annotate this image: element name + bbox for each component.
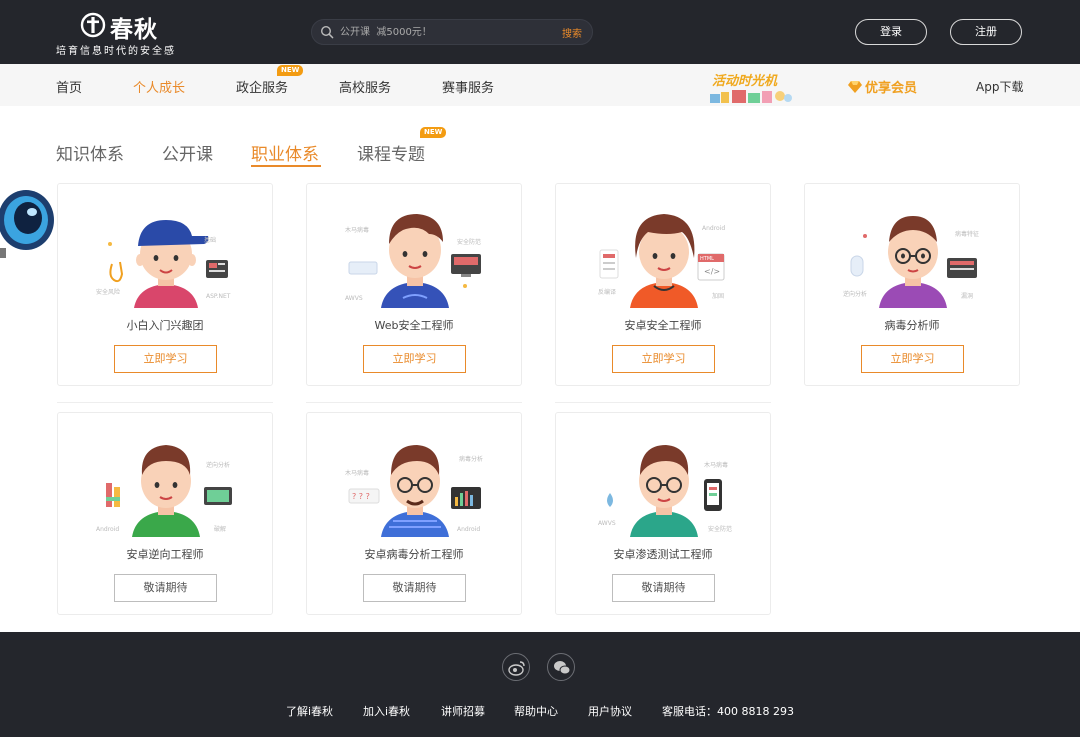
start-learning-button[interactable]: 立即学习 <box>114 345 217 373</box>
svg-text:漏洞: 漏洞 <box>961 292 973 300</box>
svg-text:破解: 破解 <box>214 525 226 533</box>
svg-text:木马病毒: 木马病毒 <box>345 226 369 234</box>
avatar-illustration: 木马病毒 安全防范 AWVS <box>345 214 481 308</box>
start-learning-button[interactable]: 立即学习 <box>612 345 715 373</box>
footer-link-help[interactable]: 帮助中心 <box>514 703 558 719</box>
career-card: ? ? ? 病毒分析 木马病毒 Android 安卓病毒分析工程师 敬请期待 <box>306 412 522 615</box>
vip-link[interactable]: 优享会员 <box>848 77 917 96</box>
row-divider <box>306 402 522 403</box>
floating-robot-icon[interactable] <box>0 182 58 262</box>
svg-text:Android: Android <box>96 526 119 533</box>
avatar-illustration: 病毒特征 逆向分析 漏洞 <box>843 216 979 308</box>
svg-text:ASP.NET: ASP.NET <box>206 293 231 300</box>
career-card: 木马病毒 AWVS 安全防范 安卓渗透测试工程师 敬请期待 <box>555 412 771 615</box>
top-bar: 春秋 培育信息时代的安全感 搜索 登录 注册 <box>0 0 1080 64</box>
footer-link-agreement[interactable]: 用户协议 <box>588 703 632 719</box>
svg-text:Android: Android <box>702 225 725 232</box>
weibo-button[interactable] <box>502 653 530 681</box>
weibo-icon <box>508 661 525 676</box>
wechat-icon <box>554 661 571 675</box>
nav-item-university[interactable]: 高校服务 <box>339 77 391 96</box>
svg-text:AWVS: AWVS <box>598 520 616 527</box>
footer-link-about[interactable]: 了解i春秋 <box>286 703 333 719</box>
row-divider <box>555 402 771 403</box>
tab-open-course[interactable]: 公开课 <box>162 140 213 165</box>
svg-text:基础: 基础 <box>204 236 216 244</box>
login-button[interactable]: 登录 <box>855 19 927 45</box>
card-title: 病毒分析师 <box>884 319 940 332</box>
svg-text:HTML: HTML <box>700 256 714 262</box>
svg-text:逆向分析: 逆向分析 <box>206 461 230 469</box>
career-card: 木马病毒 安全防范 AWVS Web安全工程师 立即学习 <box>306 183 522 386</box>
search-box: 搜索 <box>311 19 593 45</box>
svg-text:AWVS: AWVS <box>345 295 363 302</box>
avatar-illustration: 逆向分析 Android 破解 <box>96 445 232 537</box>
vip-label: 优享会员 <box>865 81 918 96</box>
footer-link-join[interactable]: 加入i春秋 <box>363 703 410 719</box>
svg-text:木马病毒: 木马病毒 <box>704 461 728 469</box>
coming-soon-button[interactable]: 敬请期待 <box>114 574 217 602</box>
svg-text:逆向分析: 逆向分析 <box>843 290 867 298</box>
card-title: 小白入门兴趣团 <box>126 319 204 332</box>
svg-text:木马病毒: 木马病毒 <box>345 469 369 477</box>
nav-item-personal-growth[interactable]: 个人成长 <box>133 77 185 96</box>
footer-link-instructor[interactable]: 讲师招募 <box>441 703 485 719</box>
avatar-illustration: HTML </> Android 反编译 加固 <box>598 214 725 308</box>
svg-text:反编译: 反编译 <box>598 288 616 296</box>
logo-slogan: 培育信息时代的安全感 <box>56 46 176 57</box>
career-card: HTML </> Android 反编译 加固 安卓安全工程师 立即学习 <box>555 183 771 386</box>
new-badge: NEW <box>420 127 447 138</box>
tab-course-topics[interactable]: 课程专题 <box>357 140 425 165</box>
logo[interactable]: 春秋 培育信息时代的安全感 <box>56 10 186 57</box>
start-learning-button[interactable]: 立即学习 <box>363 345 466 373</box>
svg-text:安全防范: 安全防范 <box>708 525 732 533</box>
card-title: 安卓病毒分析工程师 <box>364 548 464 561</box>
nav-item-competition[interactable]: 赛事服务 <box>442 77 494 96</box>
svg-text:病毒分析: 病毒分析 <box>459 455 483 463</box>
nav-item-home[interactable]: 首页 <box>56 77 82 96</box>
coming-soon-button[interactable]: 敬请期待 <box>363 574 466 602</box>
row-divider <box>57 402 273 403</box>
tab-knowledge-system[interactable]: 知识体系 <box>56 140 124 165</box>
active-tab-underline <box>251 165 321 167</box>
nav-item-enterprise[interactable]: 政企服务 <box>236 77 288 96</box>
svg-text:</>: </> <box>704 267 720 276</box>
career-card: 逆向分析 Android 破解 安卓逆向工程师 敬请期待 <box>57 412 273 615</box>
avatar-illustration: ? ? ? 病毒分析 木马病毒 Android <box>345 445 483 537</box>
app-download-link[interactable]: App下载 <box>976 78 1023 95</box>
new-badge: NEW <box>277 65 304 76</box>
diamond-icon <box>848 81 862 93</box>
card-title: 安卓安全工程师 <box>624 319 702 332</box>
coming-soon-button[interactable]: 敬请期待 <box>612 574 715 602</box>
books-illustration <box>710 90 792 103</box>
svg-text:安全风险: 安全风险 <box>96 288 120 296</box>
card-title: 安卓渗透测试工程师 <box>613 548 713 561</box>
footer: 了解i春秋 加入i春秋 讲师招募 帮助中心 用户协议 客服电话：400 8818… <box>0 632 1080 737</box>
avatar-illustration: 木马病毒 AWVS 安全防范 <box>598 445 732 537</box>
activity-banner[interactable]: 活动时光机 <box>706 68 794 104</box>
career-card: 基础 安全风险 ASP.NET 小白入门兴趣团 立即学习 <box>57 183 273 386</box>
career-card: 病毒特征 逆向分析 漏洞 病毒分析师 立即学习 <box>804 183 1020 386</box>
avatar-illustration: 基础 安全风险 ASP.NET <box>96 220 231 308</box>
card-title: Web安全工程师 <box>374 319 454 332</box>
svg-text:病毒特征: 病毒特征 <box>955 230 979 238</box>
logo-name: 春秋 <box>110 17 158 43</box>
tab-career-system[interactable]: 职业体系 <box>251 140 319 165</box>
svg-text:安全防范: 安全防范 <box>457 238 481 246</box>
register-button[interactable]: 注册 <box>950 19 1022 45</box>
search-button[interactable]: 搜索 <box>562 25 582 40</box>
customer-service-phone: 客服电话：400 8818 293 <box>662 705 794 718</box>
main-nav: 首页 个人成长 政企服务 NEW 高校服务 赛事服务 活动时光机 优享会员 Ap… <box>0 64 1080 106</box>
card-title: 安卓逆向工程师 <box>126 548 204 561</box>
logo-mark-icon <box>80 12 106 38</box>
search-input[interactable] <box>340 22 550 42</box>
search-icon <box>320 25 334 39</box>
start-learning-button[interactable]: 立即学习 <box>861 345 964 373</box>
svg-text:? ? ?: ? ? ? <box>352 492 370 501</box>
svg-text:Android: Android <box>457 526 480 533</box>
svg-text:加固: 加固 <box>712 292 724 300</box>
wechat-button[interactable] <box>547 653 575 681</box>
